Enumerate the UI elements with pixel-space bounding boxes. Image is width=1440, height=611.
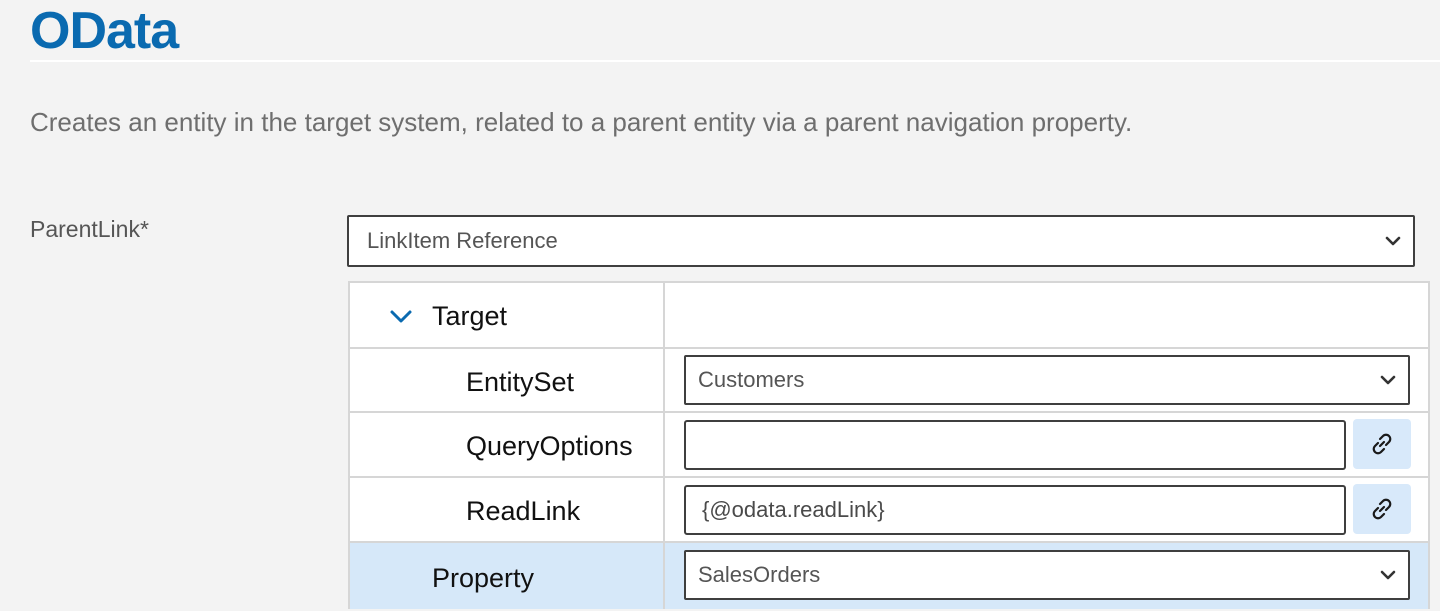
grid-row-queryoptions: QueryOptions [350, 413, 1428, 478]
title-divider [30, 60, 1440, 62]
chevron-down-icon[interactable] [388, 303, 414, 329]
grid-row-readlink: ReadLink {@odata.readLink} [350, 478, 1428, 543]
entityset-select[interactable]: Customers [684, 355, 1410, 405]
parent-link-properties-grid: Target EntitySet Customers QueryOptions [348, 281, 1430, 609]
parent-link-label: ParentLink* [30, 216, 149, 242]
readlink-input[interactable]: {@odata.readLink} [684, 485, 1346, 535]
property-label: Property [432, 563, 535, 593]
readlink-link-button[interactable] [1353, 484, 1411, 534]
entityset-selected-value: Customers [698, 367, 805, 392]
column-divider [663, 543, 665, 609]
odata-page: OData Creates an entity in the target sy… [0, 0, 1440, 611]
grid-row-target: Target [350, 283, 1428, 349]
property-selected-value: SalesOrders [698, 562, 821, 587]
queryoptions-label: QueryOptions [466, 431, 633, 461]
column-divider [663, 413, 665, 476]
readlink-label: ReadLink [466, 496, 581, 526]
column-divider [663, 283, 665, 347]
parent-link-selected-value: LinkItem Reference [367, 228, 558, 253]
queryoptions-input[interactable] [684, 420, 1346, 470]
property-select[interactable]: SalesOrders [684, 550, 1410, 600]
page-title: OData [30, 2, 179, 60]
link-icon [1372, 433, 1392, 455]
chevron-down-icon [1380, 375, 1396, 385]
entityset-label: EntitySet [466, 367, 575, 397]
grid-row-property[interactable]: Property SalesOrders [350, 543, 1428, 609]
column-divider [663, 349, 665, 411]
target-label: Target [432, 301, 508, 331]
column-divider [663, 478, 665, 541]
chevron-down-icon [1380, 570, 1396, 580]
link-icon [1372, 498, 1392, 520]
page-description: Creates an entity in the target system, … [30, 107, 1133, 137]
queryoptions-link-button[interactable] [1353, 419, 1411, 469]
parent-link-select[interactable]: LinkItem Reference [347, 215, 1415, 267]
chevron-down-icon [1385, 236, 1401, 246]
grid-row-entityset: EntitySet Customers [350, 349, 1428, 413]
